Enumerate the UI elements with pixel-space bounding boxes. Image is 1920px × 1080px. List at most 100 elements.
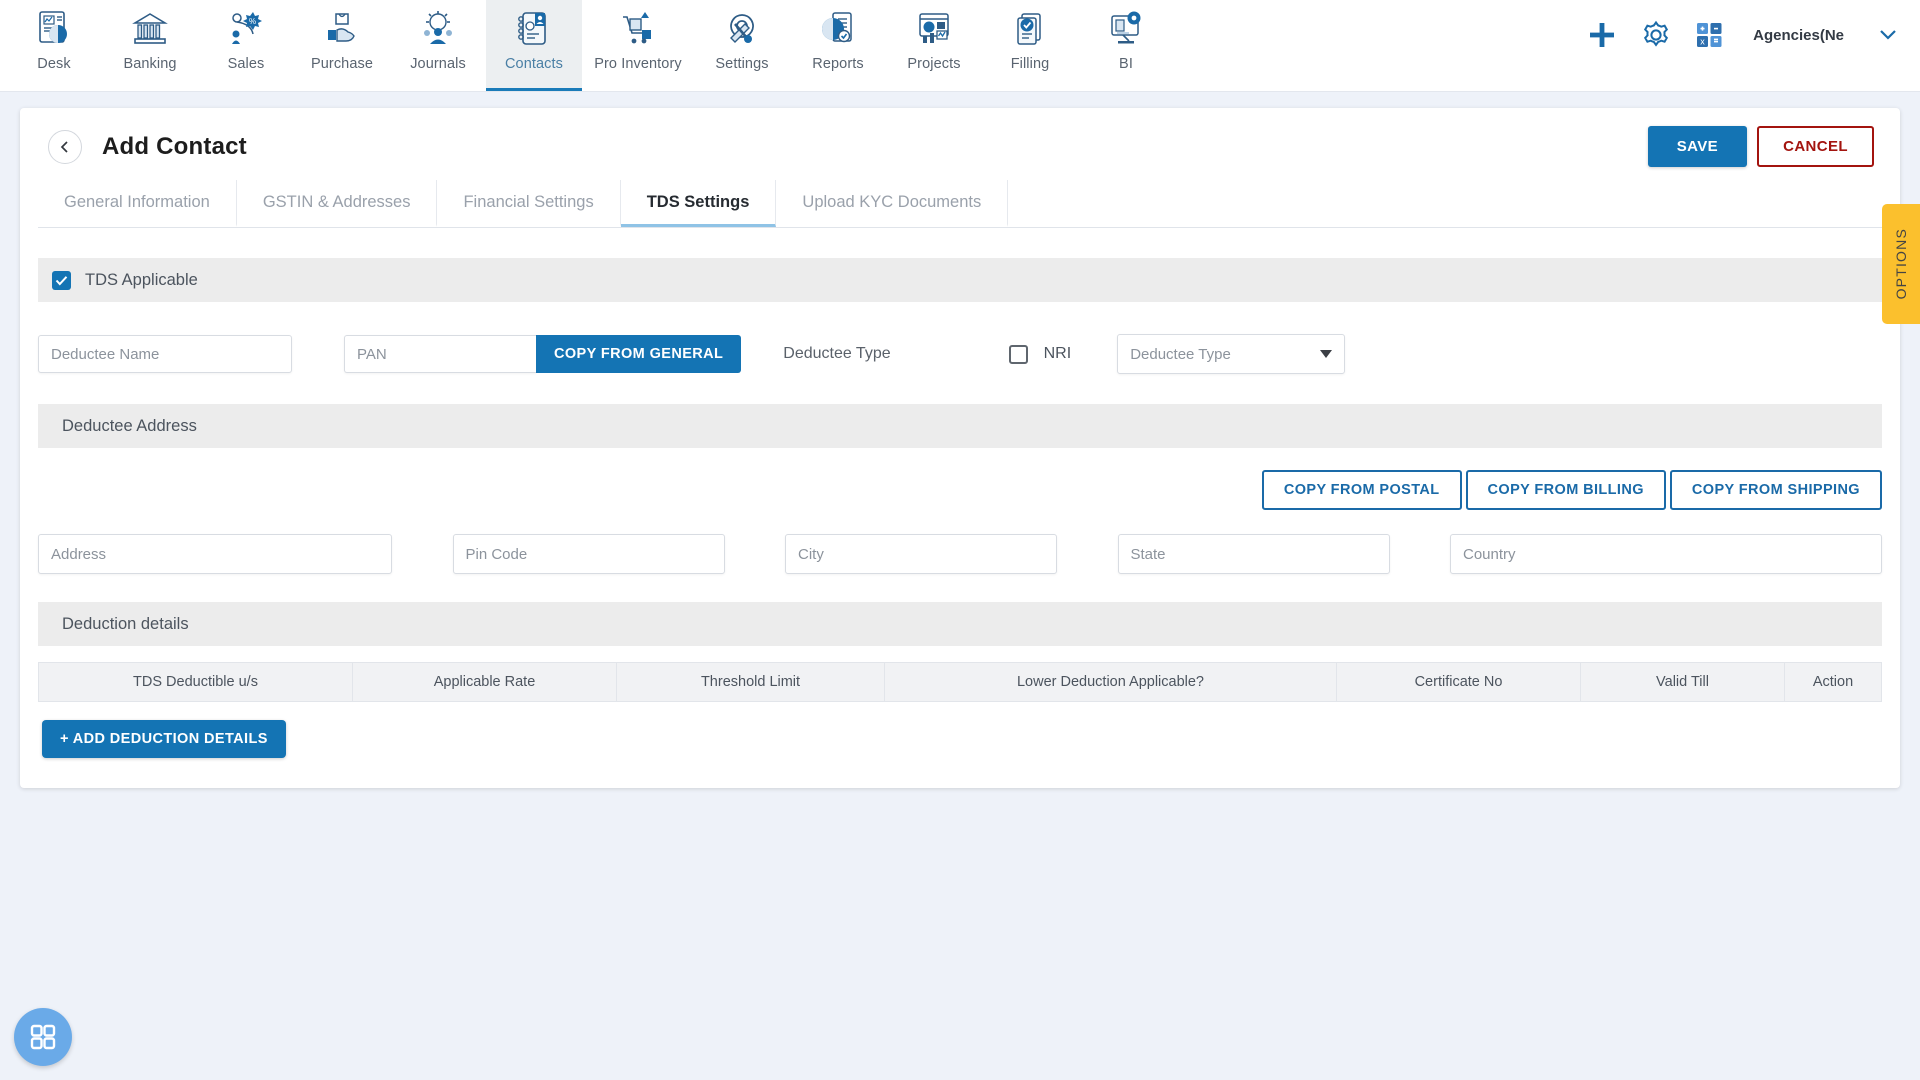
nav-item-bi[interactable]: BI xyxy=(1078,0,1174,91)
nav-right-actions: x Agencies(Ne xyxy=(1587,20,1898,50)
pan-placeholder: PAN xyxy=(357,345,387,363)
nri-label: NRI xyxy=(1043,345,1072,362)
nri-checkbox[interactable] xyxy=(1008,344,1028,364)
tab-tds-settings[interactable]: TDS Settings xyxy=(620,180,777,227)
pan-field[interactable]: PAN xyxy=(344,335,536,373)
tab-financial-settings[interactable]: Financial Settings xyxy=(437,180,621,227)
nav-label: Banking xyxy=(123,56,177,72)
bi-icon xyxy=(1111,11,1141,44)
copy-from-postal-button[interactable]: COPY FROM POSTAL xyxy=(1261,470,1462,510)
tab-upload-kyc-documents[interactable]: Upload KYC Documents xyxy=(776,180,1009,227)
nav-label: Sales xyxy=(227,56,265,72)
copy-from-general-button[interactable]: COPY FROM GENERAL xyxy=(536,335,742,373)
nav-label: Settings xyxy=(715,56,769,72)
nav-label: Pro Inventory xyxy=(594,56,682,72)
filling-icon xyxy=(1017,13,1041,45)
address-field[interactable]: Address xyxy=(38,534,392,574)
deductee-type-select[interactable]: Deductee Type xyxy=(1117,334,1346,374)
organization-name[interactable]: Agencies(Ne xyxy=(1753,27,1844,44)
tab-label: TDS Settings xyxy=(646,192,750,211)
options-tab[interactable]: OPTIONS xyxy=(1882,204,1920,324)
chevron-down-icon[interactable] xyxy=(1878,24,1898,47)
nav-label: Desk xyxy=(37,56,71,72)
nav-label: Filling xyxy=(1010,56,1050,72)
bank-icon xyxy=(132,13,168,44)
nav-label: Purchase xyxy=(310,56,374,72)
nri-checkbox-wrap: NRI xyxy=(1008,344,1072,364)
deductee-row: Deductee Name PAN COPY FROM GENERAL Dedu… xyxy=(20,334,1900,374)
table-header-row: TDS Deductible u/s Applicable Rate Thres… xyxy=(39,663,1881,701)
pan-input-group: PAN COPY FROM GENERAL xyxy=(344,335,742,373)
add-contact-card: Add Contact SAVE CANCEL OPTIONS General … xyxy=(20,108,1920,788)
form-tabs: General Information GSTIN & Addresses Fi… xyxy=(38,180,1882,228)
grid-apps-icon xyxy=(30,1024,56,1050)
tab-label: Financial Settings xyxy=(463,192,594,211)
svg-text:x: x xyxy=(1700,37,1705,47)
deductee-address-title: Deductee Address xyxy=(62,416,197,435)
deductee-name-field[interactable]: Deductee Name xyxy=(38,335,292,373)
address-fields-row: Address Pin Code City State Country xyxy=(20,534,1900,574)
column-lower-deduction-applicable: Lower Deduction Applicable? xyxy=(885,663,1337,701)
deductee-type-label: Deductee Type xyxy=(783,345,891,362)
deduction-details-title: Deduction details xyxy=(62,614,189,633)
column-action: Action xyxy=(1812,674,1854,690)
tab-label: Upload KYC Documents xyxy=(802,192,982,211)
nav-label: Journals xyxy=(410,56,466,72)
journals-icon xyxy=(424,11,452,44)
nav-item-settings[interactable]: Settings xyxy=(694,0,790,91)
nav-item-reports[interactable]: Reports xyxy=(790,0,886,91)
settings-icon xyxy=(730,14,754,43)
column-certificate-no: Certificate No xyxy=(1337,663,1581,701)
tab-label: General Information xyxy=(64,192,210,211)
nav-item-projects[interactable]: Projects xyxy=(886,0,982,91)
calculator-icon[interactable]: x xyxy=(1695,20,1725,50)
tds-applicable-checkbox[interactable] xyxy=(52,270,71,290)
tab-label: GSTIN & Addresses xyxy=(262,192,411,211)
column-tds-deductible-us: TDS Deductible u/s xyxy=(39,663,353,701)
nav-label: Contacts xyxy=(504,56,564,72)
purchase-icon xyxy=(328,13,355,42)
nav-label: Reports xyxy=(812,56,864,72)
back-button[interactable] xyxy=(48,130,82,164)
city-field[interactable]: City xyxy=(785,534,1057,574)
header-actions: SAVE CANCEL xyxy=(1647,126,1874,167)
desk-icon xyxy=(39,11,67,43)
inventory-icon xyxy=(623,12,651,44)
nav-item-journals[interactable]: Journals xyxy=(390,0,486,91)
svg-text:%: % xyxy=(249,17,256,26)
add-deduction-details-button[interactable]: + ADD DEDUCTION DETAILS xyxy=(42,720,286,758)
deduction-details-table: TDS Deductible u/s Applicable Rate Thres… xyxy=(38,662,1882,702)
state-placeholder: State xyxy=(1130,545,1166,563)
state-field[interactable]: State xyxy=(1117,534,1390,574)
tds-applicable-bar: TDS Applicable xyxy=(38,258,1882,302)
nav-item-banking[interactable]: Banking xyxy=(102,0,198,91)
save-button[interactable]: SAVE xyxy=(1647,126,1748,167)
column-applicable-rate: Applicable Rate xyxy=(353,663,617,701)
nav-item-sales[interactable]: % Sales xyxy=(198,0,294,91)
top-navigation-bar: Desk Banking % Sales Purchase Journals C… xyxy=(0,0,1920,92)
nav-item-purchase[interactable]: Purchase xyxy=(294,0,390,91)
card-header: Add Contact SAVE CANCEL xyxy=(20,108,1900,180)
copy-from-shipping-button[interactable]: COPY FROM SHIPPING xyxy=(1669,470,1882,510)
gear-icon[interactable] xyxy=(1641,20,1671,50)
nav-item-contacts[interactable]: Contacts xyxy=(486,0,582,91)
country-field[interactable]: Country xyxy=(1450,534,1882,574)
city-placeholder: City xyxy=(798,545,824,563)
deductee-type-select-value: Deductee Type xyxy=(1130,345,1231,363)
column-threshold-limit: Threshold Limit xyxy=(617,663,885,701)
deductee-address-bar: Deductee Address xyxy=(38,404,1882,448)
sales-icon: % xyxy=(232,12,262,44)
nav-label: BI xyxy=(1119,56,1133,72)
apps-grid-fab[interactable] xyxy=(14,1008,72,1066)
plus-icon[interactable] xyxy=(1587,20,1617,50)
copy-from-billing-button[interactable]: COPY FROM BILLING xyxy=(1465,470,1666,510)
cancel-button[interactable]: CANCEL xyxy=(1757,126,1874,167)
nav-item-pro-inventory[interactable]: Pro Inventory xyxy=(582,0,694,91)
tab-general-information[interactable]: General Information xyxy=(38,180,237,227)
tds-applicable-label: TDS Applicable xyxy=(85,270,198,289)
tab-gstin-addresses[interactable]: GSTIN & Addresses xyxy=(237,180,438,227)
chevron-down-icon xyxy=(1320,350,1333,358)
nav-item-filling[interactable]: Filling xyxy=(982,0,1078,91)
pin-code-field[interactable]: Pin Code xyxy=(452,534,725,574)
nav-item-desk[interactable]: Desk xyxy=(6,0,102,91)
